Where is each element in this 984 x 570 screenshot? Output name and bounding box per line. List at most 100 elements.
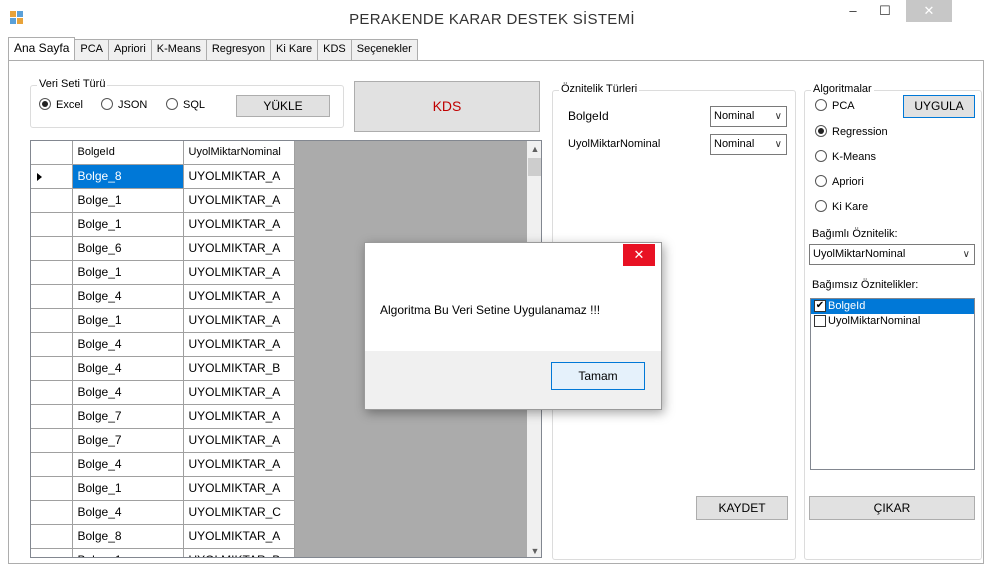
row-header[interactable] xyxy=(31,188,73,213)
table-cell[interactable]: UYOLMIKTAR_A xyxy=(183,428,295,453)
radio-pca[interactable]: PCA xyxy=(815,98,855,114)
table-cell[interactable]: Bolge_7 xyxy=(72,428,184,453)
row-header[interactable] xyxy=(31,332,73,357)
radio-apriori[interactable]: Apriori xyxy=(815,174,864,190)
tab-pca[interactable]: PCA xyxy=(74,39,109,60)
table-cell[interactable]: Bolge_1 xyxy=(72,308,184,333)
table-cell[interactable]: UYOLMIKTAR_A xyxy=(183,404,295,429)
row-header[interactable] xyxy=(31,212,73,237)
row-header[interactable] xyxy=(31,428,73,453)
row-header[interactable] xyxy=(31,284,73,309)
radio-sql[interactable]: SQL xyxy=(166,97,205,113)
table-cell[interactable]: Bolge_6 xyxy=(72,236,184,261)
table-row[interactable]: Bolge_4 UYOLMIKTAR_C xyxy=(31,500,295,525)
table-row[interactable]: Bolge_6 UYOLMIKTAR_A xyxy=(31,236,295,261)
table-cell[interactable]: Bolge_1 xyxy=(72,260,184,285)
table-cell[interactable]: UYOLMIKTAR_A xyxy=(183,164,295,189)
table-row[interactable]: Bolge_1 UYOLMIKTAR_A xyxy=(31,260,295,285)
dialog-close-button[interactable]: ✕ xyxy=(623,244,655,266)
table-cell[interactable]: Bolge_8 xyxy=(72,524,184,549)
radio-json[interactable]: JSON xyxy=(101,97,147,113)
checkbox-icon[interactable] xyxy=(814,315,826,327)
row-header[interactable] xyxy=(31,236,73,261)
save-button[interactable]: KAYDET xyxy=(696,496,788,520)
row-header[interactable] xyxy=(31,404,73,429)
table-cell[interactable]: UYOLMIKTAR_A xyxy=(183,236,295,261)
apply-button[interactable]: UYGULA xyxy=(903,95,975,118)
table-row[interactable]: Bolge_7 UYOLMIKTAR_A xyxy=(31,404,295,429)
attribute-type-select-bolgeid[interactable]: Nominal ∨ xyxy=(710,106,787,127)
row-header[interactable] xyxy=(31,260,73,285)
row-header[interactable] xyxy=(31,308,73,333)
table-cell[interactable]: Bolge_4 xyxy=(72,380,184,405)
table-cell[interactable]: UYOLMIKTAR_A xyxy=(183,308,295,333)
table-row[interactable]: Bolge_1UYOLMIKTAR_B xyxy=(31,548,295,557)
table-cell[interactable]: UYOLMIKTAR_A xyxy=(183,476,295,501)
tab-kds[interactable]: KDS xyxy=(317,39,352,60)
row-header[interactable] xyxy=(31,164,73,189)
table-row[interactable]: Bolge_4 UYOLMIKTAR_A xyxy=(31,452,295,477)
table-row[interactable]: Bolge_4 UYOLMIKTAR_A xyxy=(31,380,295,405)
table-row[interactable]: Bolge_8 UYOLMIKTAR_A xyxy=(31,524,295,549)
table-cell[interactable]: Bolge_4 xyxy=(72,332,184,357)
row-header[interactable] xyxy=(31,356,73,381)
table-cell[interactable]: UYOLMIKTAR_B xyxy=(183,548,295,557)
table-cell[interactable]: Bolge_4 xyxy=(72,452,184,477)
table-cell[interactable]: UYOLMIKTAR_A xyxy=(183,332,295,357)
tab-regresyon[interactable]: Regresyon xyxy=(205,39,272,60)
tab-ana-sayfa[interactable]: Ana Sayfa xyxy=(8,37,76,60)
dependent-attribute-select[interactable]: UyolMiktarNominal ∨ xyxy=(809,244,975,265)
table-cell[interactable]: UYOLMIKTAR_A xyxy=(183,284,295,309)
remove-button[interactable]: ÇIKAR xyxy=(809,496,975,520)
attribute-type-select-uyolmiktarnominal[interactable]: Nominal ∨ xyxy=(710,134,787,155)
table-cell[interactable]: UYOLMIKTAR_C xyxy=(183,500,295,525)
table-cell[interactable]: UYOLMIKTAR_A xyxy=(183,260,295,285)
table-row[interactable]: Bolge_7 UYOLMIKTAR_A xyxy=(31,428,295,453)
table-cell[interactable]: Bolge_7 xyxy=(72,404,184,429)
minimize-button[interactable]: – xyxy=(838,0,868,22)
dialog-ok-button[interactable]: Tamam xyxy=(551,362,645,390)
kds-button[interactable]: KDS xyxy=(354,81,540,132)
list-item-uyolmiktarnominal[interactable]: UyolMiktarNominal xyxy=(811,314,974,329)
row-header[interactable] xyxy=(31,500,73,525)
scroll-thumb[interactable] xyxy=(528,158,541,176)
table-cell[interactable]: UYOLMIKTAR_A xyxy=(183,380,295,405)
table-cell[interactable]: UYOLMIKTAR_A xyxy=(183,188,295,213)
list-item-bolgeid[interactable]: ✔ BolgeId xyxy=(811,299,974,314)
tab-apriori[interactable]: Apriori xyxy=(108,39,152,60)
table-cell[interactable]: Bolge_1 xyxy=(72,548,184,557)
load-button[interactable]: YÜKLE xyxy=(236,95,330,117)
independent-attributes-list[interactable]: ✔ BolgeId UyolMiktarNominal xyxy=(810,298,975,470)
table-cell[interactable]: Bolge_4 xyxy=(72,284,184,309)
tab-secenekler[interactable]: Seçenekler xyxy=(350,39,418,60)
tab-ki-kare[interactable]: Ki Kare xyxy=(270,39,319,60)
table-row[interactable]: Bolge_1 UYOLMIKTAR_A xyxy=(31,476,295,501)
table-cell[interactable]: Bolge_4 xyxy=(72,356,184,381)
table-cell[interactable]: Bolge_1 xyxy=(72,188,184,213)
table-cell[interactable]: Bolge_1 xyxy=(72,212,184,237)
radio-ki-kare[interactable]: Ki Kare xyxy=(815,199,868,215)
table-row[interactable]: Bolge_1 UYOLMIKTAR_A xyxy=(31,308,295,333)
row-header[interactable] xyxy=(31,548,73,557)
table-row[interactable]: Bolge_4 UYOLMIKTAR_A xyxy=(31,284,295,309)
checkbox-checked-icon[interactable]: ✔ xyxy=(814,300,826,312)
table-cell[interactable]: Bolge_4 xyxy=(72,500,184,525)
row-header[interactable] xyxy=(31,524,73,549)
table-row[interactable]: Bolge_1 UYOLMIKTAR_A xyxy=(31,188,295,213)
table-cell[interactable]: UYOLMIKTAR_B xyxy=(183,356,295,381)
close-button[interactable]: ✕ xyxy=(906,0,952,22)
table-row[interactable]: Bolge_4 UYOLMIKTAR_A xyxy=(31,332,295,357)
maximize-button[interactable]: ☐ xyxy=(870,0,900,22)
row-header[interactable] xyxy=(31,380,73,405)
scroll-down-icon[interactable]: ▼ xyxy=(527,543,541,557)
scroll-up-icon[interactable]: ▲ xyxy=(527,141,541,157)
table-cell[interactable]: UYOLMIKTAR_A xyxy=(183,452,295,477)
column-header-bolgeid[interactable]: BolgeId xyxy=(72,141,184,165)
radio-regression[interactable]: Regression xyxy=(815,124,888,140)
radio-k-means[interactable]: K-Means xyxy=(815,149,876,165)
tab-k-means[interactable]: K-Means xyxy=(150,39,207,60)
table-cell[interactable]: UYOLMIKTAR_A xyxy=(183,212,295,237)
row-header[interactable] xyxy=(31,452,73,477)
table-row[interactable]: Bolge_4 UYOLMIKTAR_B xyxy=(31,356,295,381)
row-header[interactable] xyxy=(31,476,73,501)
